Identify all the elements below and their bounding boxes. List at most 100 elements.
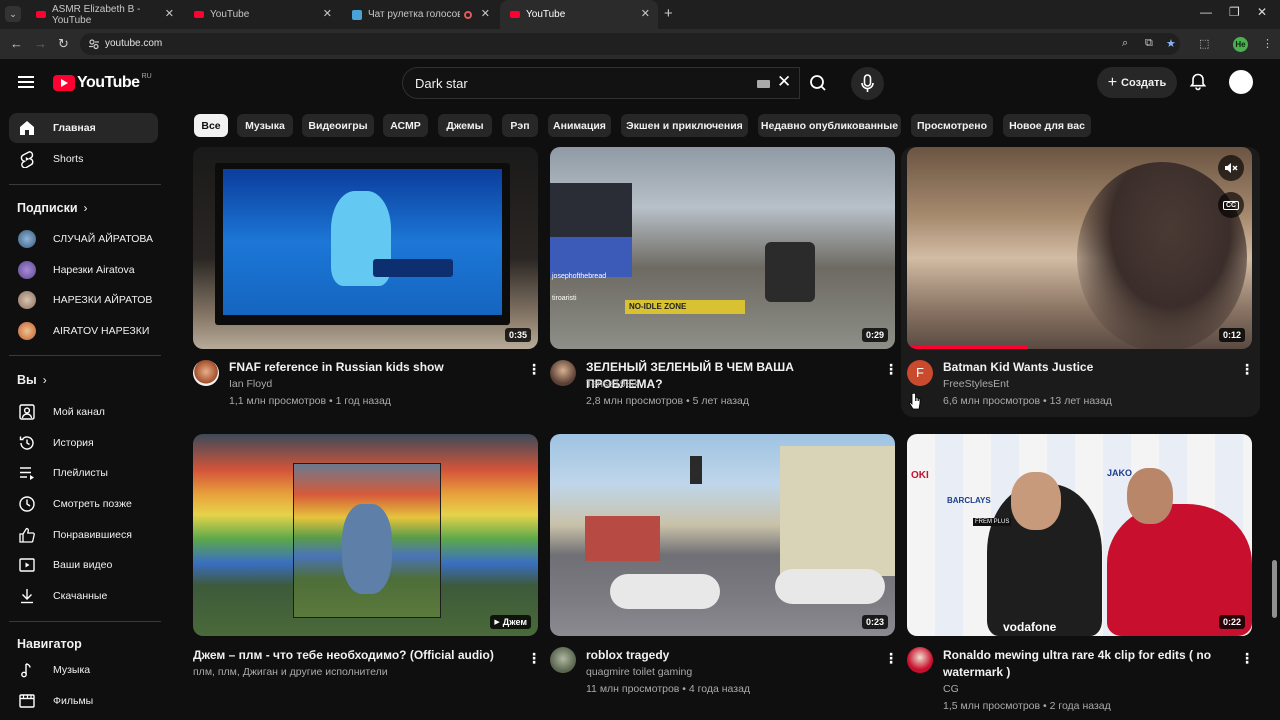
video-title[interactable]: Джем – плм - что тебе необходимо? (Offic… — [193, 647, 523, 664]
chip-new-to-you[interactable]: Новое для вас — [1003, 114, 1091, 137]
chat-favicon-icon — [352, 9, 362, 20]
restore-icon[interactable]: ❐ — [1229, 5, 1240, 19]
video-title[interactable]: roblox tragedy — [586, 647, 856, 664]
sidebar-item-liked[interactable]: Понравившиеся — [9, 520, 158, 550]
account-avatar[interactable] — [1229, 70, 1253, 94]
voice-search-button[interactable] — [851, 67, 884, 100]
sidebar-item-label: История — [53, 437, 94, 449]
sidebar-item-downloads[interactable]: Скачанные — [9, 581, 158, 611]
video-thumbnail[interactable]: ▶ Джем — [193, 434, 538, 636]
sidebar-item-subscription[interactable]: НАРЕЗКИ АЙРАТОВ — [9, 285, 158, 315]
close-tab-icon[interactable]: ✕ — [641, 7, 650, 20]
sidebar-item-your-videos[interactable]: Ваши видео — [9, 550, 158, 580]
sidebar-item-subscription[interactable]: AIRATOV НАРЕЗКИ — [9, 316, 158, 346]
channel-avatar[interactable] — [550, 647, 576, 673]
browser-tab-2[interactable]: YouTube ✕ — [184, 0, 340, 29]
channel-avatar[interactable]: F — [907, 360, 933, 386]
browser-tab-3[interactable]: Чат рулетка голосовая — ✕ — [342, 0, 498, 29]
youtube-logo[interactable]: YouTube RU — [53, 73, 152, 92]
chip-asmr[interactable]: АСМР — [383, 114, 428, 137]
chip-rap[interactable]: Рэп — [502, 114, 538, 137]
more-options-icon[interactable]: ⋮ — [1240, 651, 1254, 665]
channel-avatar[interactable] — [550, 360, 576, 386]
close-tab-icon[interactable]: ✕ — [323, 7, 332, 20]
more-options-icon[interactable]: ⋮ — [527, 651, 541, 665]
close-tab-icon[interactable]: ✕ — [481, 7, 490, 20]
sidebar-item-watch-later[interactable]: Смотреть позже — [9, 489, 158, 519]
tab-search-icon[interactable]: ⌄ — [5, 6, 21, 22]
channel-name[interactable]: quagmire toilet gaming — [586, 664, 692, 681]
sidebar-item-playlists[interactable]: Плейлисты — [9, 458, 158, 488]
video-thumbnail[interactable]: OKI JAKO BARCLAYS FREM PLUS vodafone 0:2… — [907, 434, 1252, 636]
sidebar-item-my-channel[interactable]: Мой канал — [9, 397, 158, 427]
video-thumbnail[interactable]: josephofthebread tiroaristi NO-IDLE ZONE… — [550, 147, 895, 349]
reload-icon[interactable]: ↻ — [58, 36, 69, 52]
webcam-overlay — [550, 237, 632, 277]
browser-tab-4[interactable]: YouTube ✕ — [500, 0, 658, 29]
you-heading[interactable]: Вы › — [17, 373, 47, 387]
site-info-icon[interactable] — [88, 38, 100, 50]
search-input[interactable]: Dark star ✕ — [402, 67, 800, 99]
browser-profile-avatar[interactable]: He — [1233, 37, 1248, 52]
chip-watched[interactable]: Просмотрено — [911, 114, 993, 137]
close-window-icon[interactable]: ✕ — [1257, 5, 1267, 19]
channel-avatar[interactable] — [907, 647, 933, 673]
chip-video-games[interactable]: Видеоигры — [302, 114, 374, 137]
channel-name[interactable]: CG — [943, 681, 959, 698]
video-thumbnail[interactable]: 0:23 — [550, 434, 895, 636]
close-tab-icon[interactable]: ✕ — [165, 7, 174, 20]
sidebar-item-movies[interactable]: Фильмы — [9, 686, 158, 716]
sidebar-item-subscription[interactable]: Нарезки Airatova — [9, 255, 158, 285]
more-options-icon[interactable]: ⋮ — [527, 362, 541, 376]
chip-all[interactable]: Все — [194, 114, 228, 137]
forward-icon[interactable]: → — [34, 36, 47, 51]
video-title[interactable]: Ronaldo mewing ultra rare 4k clip for ed… — [943, 647, 1213, 681]
video-title[interactable]: FNAF reference in Russian kids show — [229, 359, 499, 376]
notifications-bell-icon[interactable] — [1188, 72, 1208, 92]
extensions-icon[interactable]: ⬚ — [1199, 37, 1209, 50]
chip-animation[interactable]: Анимация — [548, 114, 611, 137]
sidebar-item-subscription[interactable]: СЛУЧАЙ АЙРАТОВА — [9, 224, 158, 254]
home-icon — [17, 118, 37, 138]
sidebar-item-home[interactable]: Главная — [9, 113, 158, 143]
keyboard-icon[interactable] — [757, 80, 770, 88]
chip-music[interactable]: Музыка — [237, 114, 293, 137]
install-app-icon[interactable]: ⧉ — [1145, 37, 1153, 50]
sidebar-item-shorts[interactable]: Shorts — [9, 144, 158, 174]
bookmark-star-icon[interactable]: ★ — [1166, 37, 1176, 50]
minimize-icon[interactable]: — — [1200, 5, 1212, 19]
shirt-sponsor-text: vodafone — [1003, 620, 1057, 634]
more-options-icon[interactable]: ⋮ — [884, 362, 898, 376]
hamburger-menu-icon[interactable] — [18, 76, 34, 88]
chip-recently-uploaded[interactable]: Недавно опубликованные — [758, 114, 901, 137]
channel-name[interactable]: плм, плм, Джиган и другие исполнители — [193, 664, 388, 681]
sidebar-item-history[interactable]: История — [9, 428, 158, 458]
zoom-icon[interactable]: ⌕ — [1122, 37, 1128, 50]
create-button[interactable]: + Создать — [1097, 67, 1177, 98]
chip-jams[interactable]: Джемы — [438, 114, 492, 137]
search-button[interactable] — [800, 67, 838, 99]
mute-button[interactable] — [1218, 155, 1244, 181]
browser-menu-icon[interactable]: ⋮ — [1262, 37, 1273, 50]
captions-button[interactable]: CC — [1218, 192, 1244, 218]
address-bar[interactable]: youtube.com — [80, 33, 1180, 55]
more-options-icon[interactable]: ⋮ — [884, 651, 898, 665]
video-preview[interactable]: CC 0:12 — [907, 147, 1252, 349]
sidebar-item-music[interactable]: Музыка — [9, 655, 158, 685]
chip-action-adventure[interactable]: Экшен и приключения — [621, 114, 748, 137]
channel-avatar[interactable] — [193, 360, 219, 386]
video-thumbnail[interactable]: 0:35 — [193, 147, 538, 349]
youtube-favicon-icon — [510, 11, 520, 18]
channel-name[interactable]: Ian Floyd — [229, 376, 272, 393]
channel-name[interactable]: FreeStylesEnt — [943, 376, 1009, 393]
channel-name[interactable]: Tense1983 — [586, 376, 637, 393]
subscriptions-heading[interactable]: Подписки › — [17, 201, 88, 215]
more-options-icon[interactable]: ⋮ — [1240, 362, 1254, 376]
browser-tab-1[interactable]: ASMR Elizabeth B - YouTube ✕ — [26, 0, 182, 29]
video-title[interactable]: Batman Kid Wants Justice — [943, 359, 1213, 376]
new-tab-icon[interactable]: + — [664, 5, 673, 22]
tab-title: YouTube — [526, 9, 566, 20]
page-scrollbar[interactable] — [1272, 560, 1277, 618]
clear-search-icon[interactable]: ✕ — [777, 72, 791, 92]
back-icon[interactable]: ← — [10, 36, 23, 51]
